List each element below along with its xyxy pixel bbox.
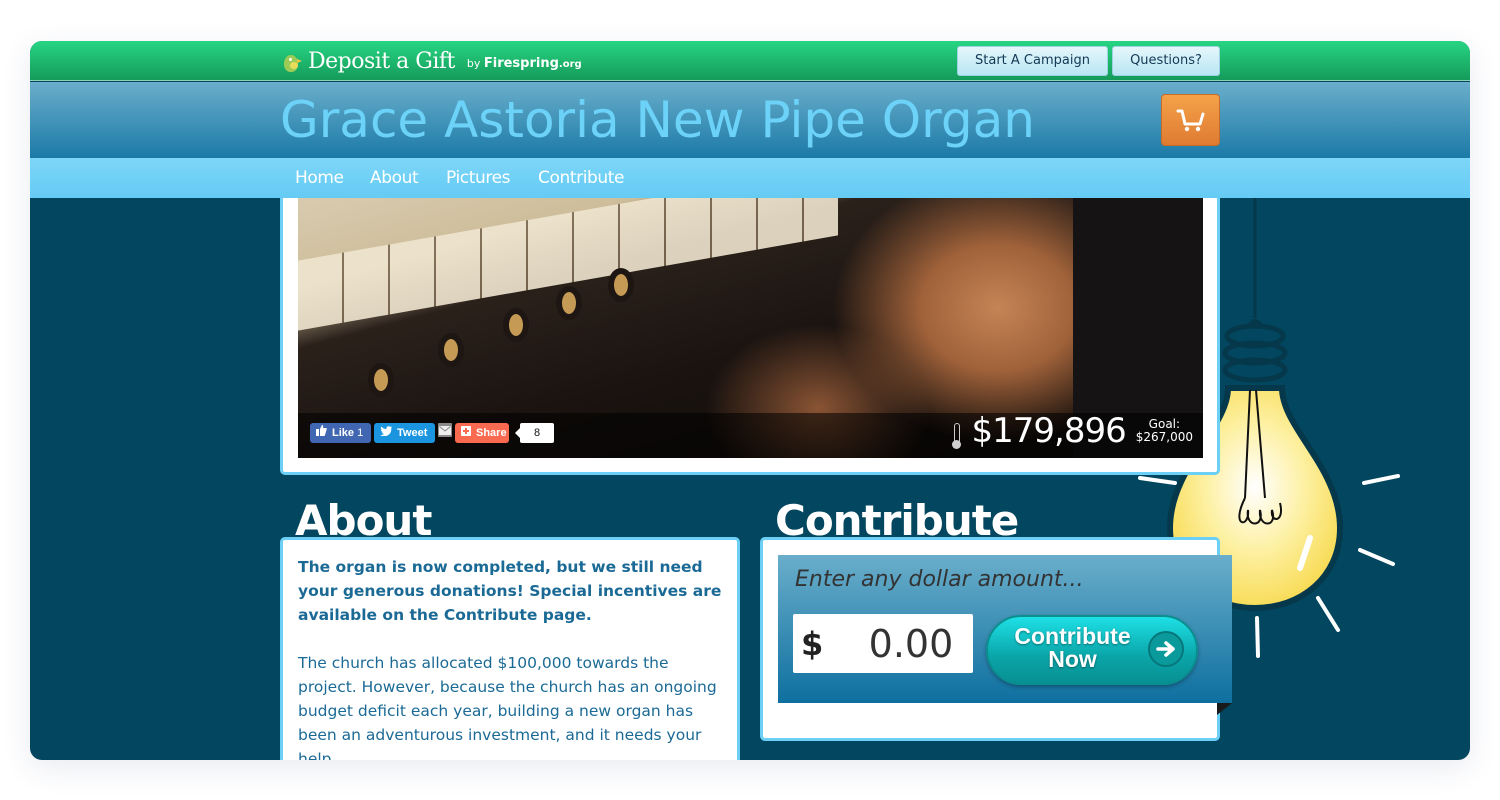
about-paragraph-body: The church has allocated $100,000 toward… (298, 654, 717, 760)
funding-progress: $179,896 Goal: $267,000 (951, 410, 1193, 452)
main-nav: Home About Pictures Contribute (30, 158, 1470, 198)
social-share-bar: Like 1 Tweet Share 8 (310, 423, 554, 443)
currency-symbol: $ (801, 624, 824, 663)
like-label: Like (332, 427, 355, 439)
about-paragraph-highlight: The organ is now completed, but we still… (298, 558, 722, 624)
arrow-right-icon (1148, 631, 1184, 667)
email-share-button[interactable] (438, 423, 452, 437)
envelope-icon (439, 425, 451, 435)
amount-input[interactable] (823, 621, 954, 666)
tweet-button[interactable]: Tweet (374, 423, 435, 443)
nav-item-home[interactable]: Home (295, 158, 344, 198)
share-label: Share (476, 427, 507, 439)
tweet-label: Tweet (397, 427, 428, 439)
organ-stop-knob (608, 268, 634, 302)
thermometer-icon (951, 423, 961, 449)
goal-amount: $267,000 (1135, 430, 1193, 444)
share-button[interactable]: Share (455, 423, 509, 443)
nav-item-contribute[interactable]: Contribute (538, 158, 625, 198)
brand-name: Deposit a Gift (308, 49, 455, 74)
ribbon-fold (1217, 703, 1232, 715)
contribute-now-label: Contribute Now (1000, 625, 1145, 671)
contribute-now-button[interactable]: Contribute Now (986, 615, 1198, 685)
brand-by-firespring: by Firespring.org (467, 54, 582, 75)
amount-raised: $179,896 (971, 411, 1127, 451)
contribute-now-line1: Contribute (1014, 623, 1131, 649)
thumbs-up-icon (316, 423, 327, 443)
hero-image-organ: Like 1 Tweet Share 8 $179,896 Goal: $267… (298, 198, 1203, 458)
brand-by-prefix: by (466, 57, 481, 70)
start-campaign-button[interactable]: Start A Campaign (957, 46, 1108, 76)
contribute-prompt: Enter any dollar amount... (795, 567, 1084, 592)
amount-field[interactable]: $ (793, 614, 973, 673)
contribute-now-line2: Now (1048, 646, 1097, 672)
title-band: Grace Astoria New Pipe Organ (30, 82, 1470, 158)
organ-stop-knob (368, 363, 394, 397)
campaign-title: Grace Astoria New Pipe Organ (280, 91, 1035, 149)
goal-block: Goal: $267,000 (1136, 418, 1193, 444)
organ-stop-knob (556, 286, 582, 320)
shopping-cart-icon (1176, 109, 1205, 132)
plus-box-icon (461, 423, 471, 443)
facebook-like-button[interactable]: Like 1 (310, 423, 371, 443)
twitter-bird-icon (380, 423, 392, 443)
nav-item-pictures[interactable]: Pictures (446, 158, 511, 198)
brand-by-suffix: .org (558, 59, 582, 70)
organ-stop-knob (503, 308, 529, 342)
share-count-bubble: 8 (515, 423, 554, 443)
brand-by-name: Firespring (483, 56, 559, 71)
cart-button[interactable] (1161, 94, 1220, 146)
questions-button[interactable]: Questions? (1112, 46, 1220, 76)
browser-page: Deposit a Gift by Firespring.org Start A… (30, 41, 1470, 760)
top-bar: Deposit a Gift by Firespring.org Start A… (30, 41, 1470, 81)
about-card: The organ is now completed, but we still… (280, 537, 740, 760)
nav-item-about[interactable]: About (370, 158, 419, 198)
bird-logo-icon (282, 53, 302, 75)
brand-logo[interactable]: Deposit a Gift by Firespring.org (282, 47, 582, 75)
hero-card: Like 1 Tweet Share 8 $179,896 Goal: $267… (280, 198, 1220, 475)
like-count: 1 (357, 427, 364, 439)
organ-stop-knob (438, 333, 464, 367)
contribute-panel: Enter any dollar amount... $ Contribute … (778, 555, 1232, 703)
